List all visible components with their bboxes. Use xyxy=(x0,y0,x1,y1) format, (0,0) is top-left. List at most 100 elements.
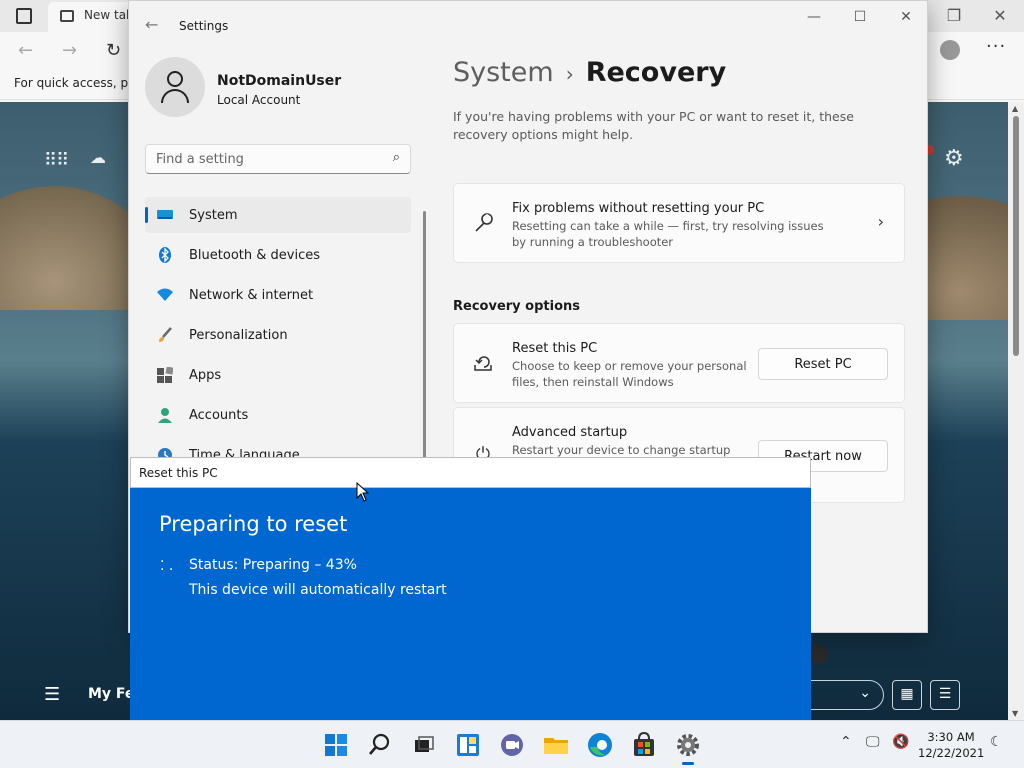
reset-pc-button[interactable]: Reset PC xyxy=(758,348,888,380)
dialog-titlebar[interactable]: Reset this PC xyxy=(130,457,811,488)
chat-icon[interactable] xyxy=(496,729,528,761)
sidebar-item-label: Accounts xyxy=(189,408,249,423)
network-icon[interactable]: 🖵 xyxy=(866,734,880,750)
weather-icon[interactable]: ☁ xyxy=(90,148,106,167)
sidebar-item-label: Apps xyxy=(189,368,222,383)
fix-card-title: Fix problems without resetting your PC xyxy=(512,201,765,216)
wrench-icon xyxy=(472,212,494,234)
sidebar-item-system[interactable]: System xyxy=(145,197,411,233)
sidebar-item-apps[interactable]: Apps xyxy=(145,357,411,393)
recovery-options-heading: Recovery options xyxy=(453,299,580,314)
feed-menu-icon[interactable]: ☰ xyxy=(44,684,60,705)
start-icon[interactable] xyxy=(320,729,352,761)
reset-card-description: Choose to keep or remove your personal f… xyxy=(512,359,747,389)
sidebar-item-accounts[interactable]: Accounts xyxy=(145,397,411,433)
widgets-icon[interactable] xyxy=(452,729,484,761)
minimize-icon[interactable]: — xyxy=(791,9,837,27)
sidebar-item-label: System xyxy=(189,208,238,223)
refresh-icon[interactable]: ↻ xyxy=(106,40,121,61)
breadcrumb: System › Recovery xyxy=(453,57,905,88)
sidebar-item-label: Network & internet xyxy=(189,288,314,303)
recovery-page: System › Recovery If you're having problem… xyxy=(453,57,905,503)
page-title: Recovery xyxy=(585,57,727,88)
maximize-icon[interactable]: ☐ xyxy=(837,9,883,27)
sidebar-item-label: Bluetooth & devices xyxy=(189,248,320,263)
focus-assist-icon[interactable]: ☾ xyxy=(990,734,1003,750)
file-explorer-icon[interactable] xyxy=(540,729,572,761)
reset-icon xyxy=(472,352,494,374)
close-icon[interactable]: ✕ xyxy=(988,6,1012,25)
wifi-icon xyxy=(157,287,173,303)
list-view-icon[interactable]: ☰ xyxy=(930,680,960,710)
sidebar-item-network[interactable]: Network & internet xyxy=(145,277,411,313)
scroll-up-icon[interactable]: ▲ xyxy=(1012,104,1018,113)
scroll-down-icon[interactable]: ▼ xyxy=(1012,709,1018,718)
advanced-card-title: Advanced startup xyxy=(512,425,628,440)
breadcrumb-parent[interactable]: System xyxy=(453,57,554,88)
clock[interactable]: 3:30 AM 12/22/2021 xyxy=(918,729,984,761)
profile-avatar-icon[interactable] xyxy=(940,40,960,60)
avatar xyxy=(145,57,205,117)
feedback-icon[interactable] xyxy=(808,644,828,664)
search-input[interactable]: Find a setting ⌕ xyxy=(145,144,411,174)
account-type: Local Account xyxy=(217,93,301,107)
dialog-heading: Preparing to reset xyxy=(159,512,348,536)
person-icon xyxy=(167,71,183,87)
task-view-icon[interactable] xyxy=(408,729,440,761)
close-icon[interactable]: ✕ xyxy=(883,9,929,27)
clock-date: 12/22/2021 xyxy=(918,746,985,760)
reset-status: Status: Preparing – 43% xyxy=(189,557,357,573)
edge-icon[interactable] xyxy=(584,729,616,761)
apps-icon xyxy=(157,366,174,383)
forward-icon[interactable]: → xyxy=(62,40,77,61)
settings-nav: System Bluetooth & devices Network & int… xyxy=(145,197,411,477)
grid-view-icon[interactable]: ▦ xyxy=(892,680,922,710)
sidebar-item-bluetooth[interactable]: Bluetooth & devices xyxy=(145,237,411,273)
dialog-title: Reset this PC xyxy=(139,466,218,480)
bluetooth-icon xyxy=(157,247,173,263)
store-icon[interactable] xyxy=(628,729,660,761)
settings-icon[interactable] xyxy=(672,729,704,765)
back-icon[interactable]: ← xyxy=(18,40,33,61)
taskbar: ⌃ 🖵 🔇 3:30 AM 12/22/2021 ☾ xyxy=(0,720,1024,768)
search-placeholder: Find a setting xyxy=(156,152,244,167)
restart-note: This device will automatically restart xyxy=(189,582,447,598)
tab-label: New tab xyxy=(84,8,134,22)
back-arrow-icon[interactable]: ← xyxy=(145,15,158,34)
page-scrollbar[interactable]: ▲ ▼ xyxy=(1008,102,1024,720)
tab-favicon-icon xyxy=(60,10,74,22)
fix-problems-card[interactable]: Fix problems without resetting your PC R… xyxy=(453,183,905,263)
chevron-right-icon: › xyxy=(877,212,884,231)
more-options-icon[interactable]: ··· xyxy=(986,36,1006,57)
app-launcher-icon[interactable]: ⠿⠿ xyxy=(44,150,69,171)
chevron-up-icon[interactable]: ⌃ xyxy=(840,734,852,750)
advanced-card-description: Restart your device to change startup xyxy=(512,443,731,457)
nav-scrollbar[interactable] xyxy=(423,211,426,461)
breadcrumb-separator: › xyxy=(565,62,574,86)
search-icon[interactable] xyxy=(364,729,396,761)
search-icon: ⌕ xyxy=(392,150,400,165)
brush-icon xyxy=(157,327,173,343)
user-name: NotDomainUser xyxy=(217,73,342,89)
sidebar-item-personalization[interactable]: Personalization xyxy=(145,317,411,353)
settings-titlebar: ← Settings — ☐ ✕ xyxy=(129,1,927,49)
reset-dialog: Reset this PC Preparing to reset · · · St… xyxy=(130,457,811,720)
person-body-shape xyxy=(161,89,189,103)
window-title: Settings xyxy=(179,19,229,33)
dialog-body: Preparing to reset · · · Status: Preparin… xyxy=(130,488,811,720)
page-intro: If you're having problems with your PC o… xyxy=(453,109,854,142)
volume-muted-icon[interactable]: 🔇 xyxy=(892,734,909,750)
scrollbar-thumb[interactable] xyxy=(1013,116,1019,356)
chevron-down-icon: ⌄ xyxy=(859,685,871,701)
monitor-icon xyxy=(157,207,173,223)
reset-card-title: Reset this PC xyxy=(512,341,598,356)
spinner-icon: · · · xyxy=(160,554,174,578)
tab-actions-icon[interactable] xyxy=(16,8,32,24)
page-settings-icon[interactable]: ⚙ xyxy=(944,146,964,171)
reset-pc-card: Reset this PC Choose to keep or remove y… xyxy=(453,323,905,403)
clock-time: 3:30 AM xyxy=(927,730,975,744)
fix-card-description: Resetting can take a while — first, try … xyxy=(512,219,824,249)
person-icon xyxy=(157,407,173,423)
sidebar-item-label: Personalization xyxy=(189,328,288,343)
restore-icon[interactable]: ❐ xyxy=(942,6,966,25)
